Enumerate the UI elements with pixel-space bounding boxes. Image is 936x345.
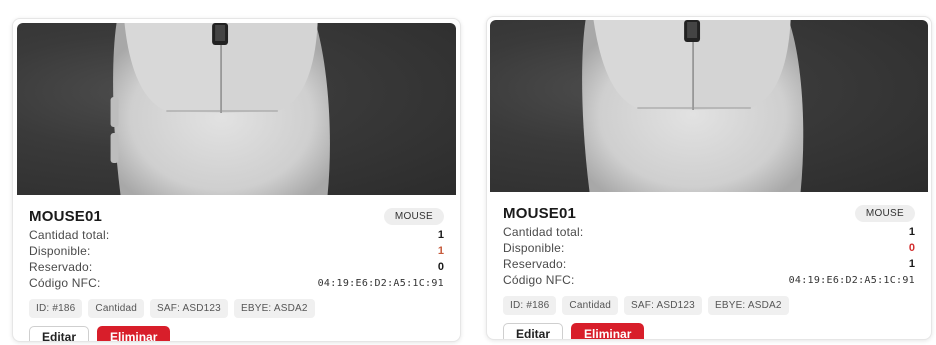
stat-label: Cantidad total: (503, 225, 584, 239)
stat-label: Código NFC: (29, 276, 101, 290)
delete-button[interactable]: Eliminar (571, 323, 645, 339)
stat-label: Disponible: (503, 241, 565, 255)
stat-label: Reservado: (29, 260, 93, 274)
stat-value: 0 (908, 242, 915, 254)
delete-button[interactable]: Eliminar (97, 326, 171, 341)
nfc-code: 04:19:E6:D2:A5:1C:91 (788, 274, 915, 286)
product-title: MOUSE01 (29, 207, 103, 225)
stat-reserved: Reservado: 1 (503, 256, 915, 272)
tag-chip: SAF: ASD123 (150, 299, 228, 318)
tag-chip: ID: #186 (29, 299, 83, 318)
stat-label: Cantidad total: (29, 228, 110, 242)
stat-value: 0 (437, 261, 444, 273)
stat-value: 1 (908, 258, 915, 270)
stat-nfc: Código NFC: 04:19:E6:D2:A5:1C:91 (503, 272, 915, 288)
stat-available: Disponible: 1 (29, 243, 444, 259)
mouse-photo-icon (582, 20, 804, 192)
product-title: MOUSE01 (503, 204, 577, 222)
mouse-photo-icon (110, 23, 330, 195)
tag-list: ID: #186 Cantidad SAF: ASD123 EBYE: ASDA… (29, 299, 444, 318)
tag-chip: SAF: ASD123 (624, 296, 702, 315)
edit-button[interactable]: Editar (29, 326, 90, 341)
tag-chip: ID: #186 (503, 296, 557, 315)
tag-list: ID: #186 Cantidad SAF: ASD123 EBYE: ASDA… (503, 296, 915, 315)
product-card: MOUSE01 MOUSE Cantidad total: 1 Disponib… (486, 16, 932, 340)
edit-button[interactable]: Editar (503, 323, 564, 339)
tag-chip: EBYE: ASDA2 (233, 299, 315, 318)
stat-total: Cantidad total: 1 (503, 224, 915, 240)
product-image (17, 23, 456, 195)
stat-value: 1 (908, 226, 915, 238)
stat-label: Disponible: (29, 244, 91, 258)
category-badge: MOUSE (383, 207, 444, 225)
stat-total: Cantidad total: 1 (29, 227, 444, 243)
stat-reserved: Reservado: 0 (29, 259, 444, 275)
nfc-code: 04:19:E6:D2:A5:1C:91 (317, 277, 444, 289)
stat-available: Disponible: 0 (503, 240, 915, 256)
stat-value: 1 (437, 229, 444, 241)
category-badge: MOUSE (854, 204, 915, 222)
product-card: MOUSE01 MOUSE Cantidad total: 1 Disponib… (12, 18, 461, 342)
stat-value: 1 (437, 245, 444, 257)
stat-nfc: Código NFC: 04:19:E6:D2:A5:1C:91 (29, 275, 444, 291)
tag-chip: Cantidad (562, 296, 619, 315)
tag-chip: Cantidad (88, 299, 145, 318)
stat-label: Reservado: (503, 257, 567, 271)
product-image (490, 20, 928, 192)
tag-chip: EBYE: ASDA2 (707, 296, 789, 315)
stat-label: Código NFC: (503, 273, 575, 287)
